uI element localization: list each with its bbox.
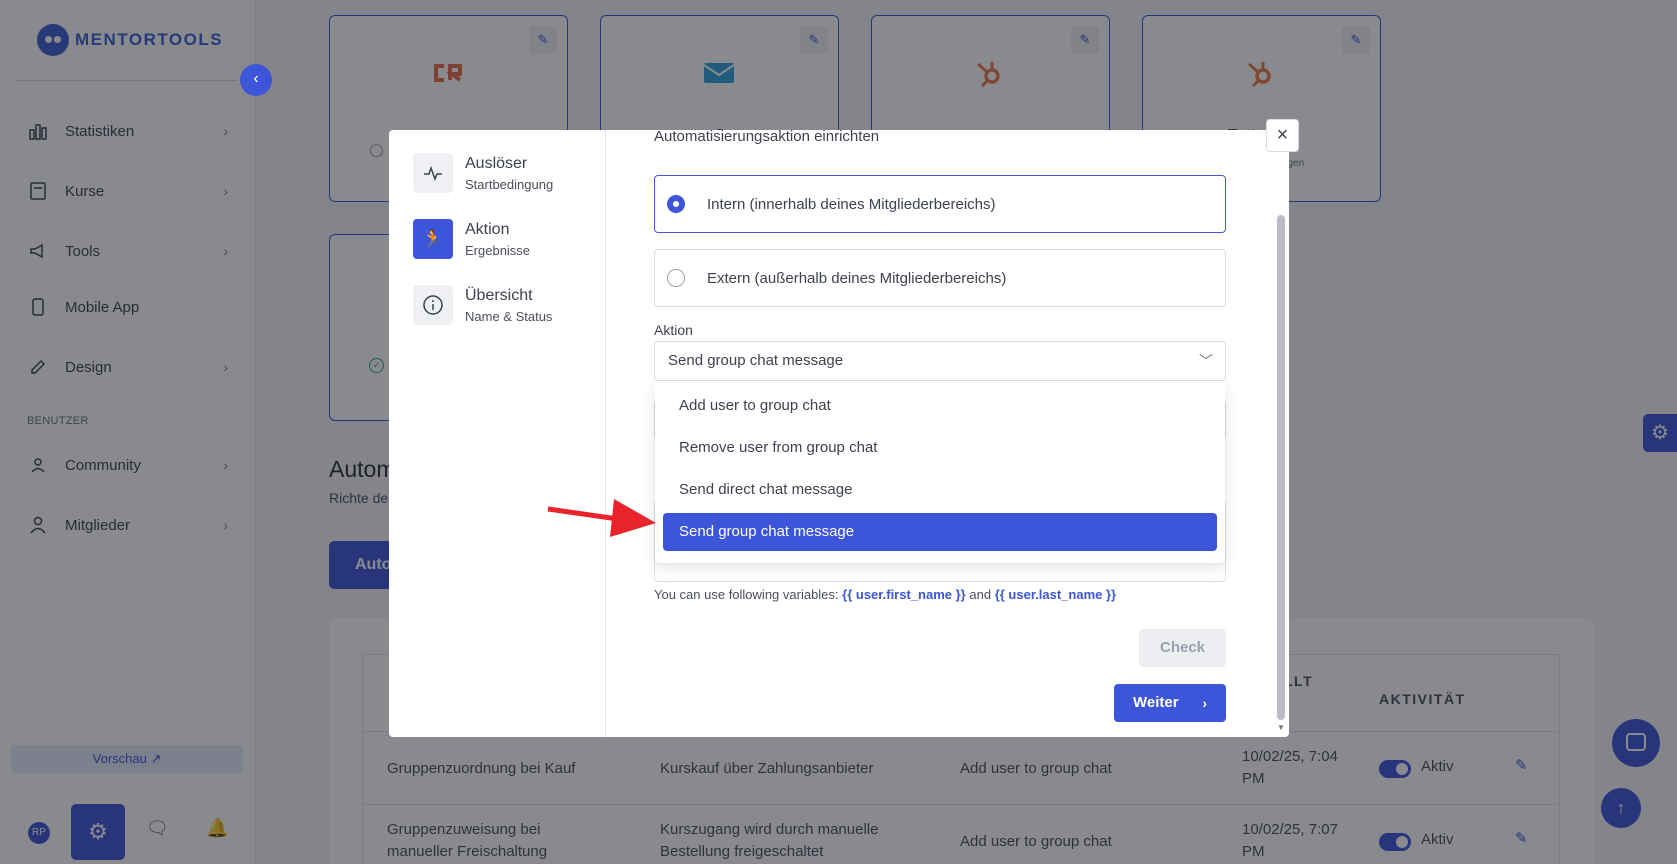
step-subtitle: Name & Status: [465, 309, 553, 324]
step-subtitle: Startbedingung: [465, 177, 554, 192]
step-action[interactable]: 🏃 Aktion Ergebnisse: [413, 219, 530, 259]
close-modal-icon[interactable]: ×: [1266, 119, 1299, 152]
modal-scrollbar[interactable]: [1277, 215, 1285, 720]
activity-icon: [413, 153, 453, 193]
radio-button[interactable]: [667, 269, 685, 287]
dropdown-option[interactable]: Add user to group chat: [663, 387, 1217, 425]
step-title: Auslöser: [465, 155, 528, 172]
select-value: Send group chat message: [668, 352, 844, 369]
scroll-down-arrow-icon[interactable]: ▼: [1277, 723, 1285, 732]
action-select[interactable]: Send group chat message ﹀: [654, 341, 1226, 381]
action-field-label: Aktion: [654, 322, 693, 338]
chevron-down-icon: ﹀: [1199, 353, 1213, 369]
option-extern[interactable]: Extern (außerhalb deines Mitgliederberei…: [654, 249, 1226, 307]
dropdown-option[interactable]: Remove user from group chat: [663, 429, 1217, 467]
step-title: Übersicht: [465, 287, 533, 304]
dropdown-option-selected[interactable]: Send group chat message: [663, 513, 1217, 551]
step-title: Aktion: [465, 221, 510, 238]
dropdown-option[interactable]: Send direct chat message: [663, 471, 1217, 509]
variables-text: You can use following variables:: [654, 587, 839, 602]
variables-and: and: [969, 587, 992, 602]
next-button[interactable]: Weiter ›: [1114, 684, 1226, 722]
action-dropdown-menu: Add user to group chat Remove user from …: [655, 383, 1225, 563]
radio-button-checked[interactable]: [667, 195, 685, 213]
option-intern[interactable]: Intern (innerhalb deines Mitgliederberei…: [654, 175, 1226, 233]
section-heading: Automatisierungsaktion einrichten: [654, 130, 880, 145]
variables-hint: You can use following variables: {{ user…: [654, 587, 1116, 602]
step-subtitle: Ergebnisse: [465, 243, 531, 258]
modal-body: Automatisierungsaktion einrichten Intern…: [654, 130, 1226, 737]
automation-modal: Auslöser Startbedingung 🏃 Aktion Ergebniss…: [389, 130, 1289, 737]
option-label: Extern (außerhalb deines Mitgliederberei…: [707, 269, 1007, 287]
next-button-label: Weiter: [1133, 694, 1179, 711]
collapse-sidebar-button[interactable]: ‹: [240, 64, 272, 96]
info-icon: [413, 285, 453, 325]
step-trigger[interactable]: Auslöser Startbedingung: [413, 153, 553, 193]
variable-last-name: {{ user.last_name }}: [994, 587, 1117, 602]
running-icon: 🏃: [413, 219, 453, 259]
annotation-arrow-icon: [548, 499, 656, 537]
chevron-right-icon: ›: [1202, 695, 1207, 711]
check-button[interactable]: Check: [1139, 629, 1226, 667]
variable-first-name: {{ user.first_name }}: [842, 587, 966, 602]
option-label: Intern (innerhalb deines Mitgliederberei…: [707, 195, 996, 213]
step-overview[interactable]: Übersicht Name & Status: [413, 285, 552, 325]
modal-steps: Auslöser Startbedingung 🏃 Aktion Ergebniss…: [389, 130, 606, 737]
